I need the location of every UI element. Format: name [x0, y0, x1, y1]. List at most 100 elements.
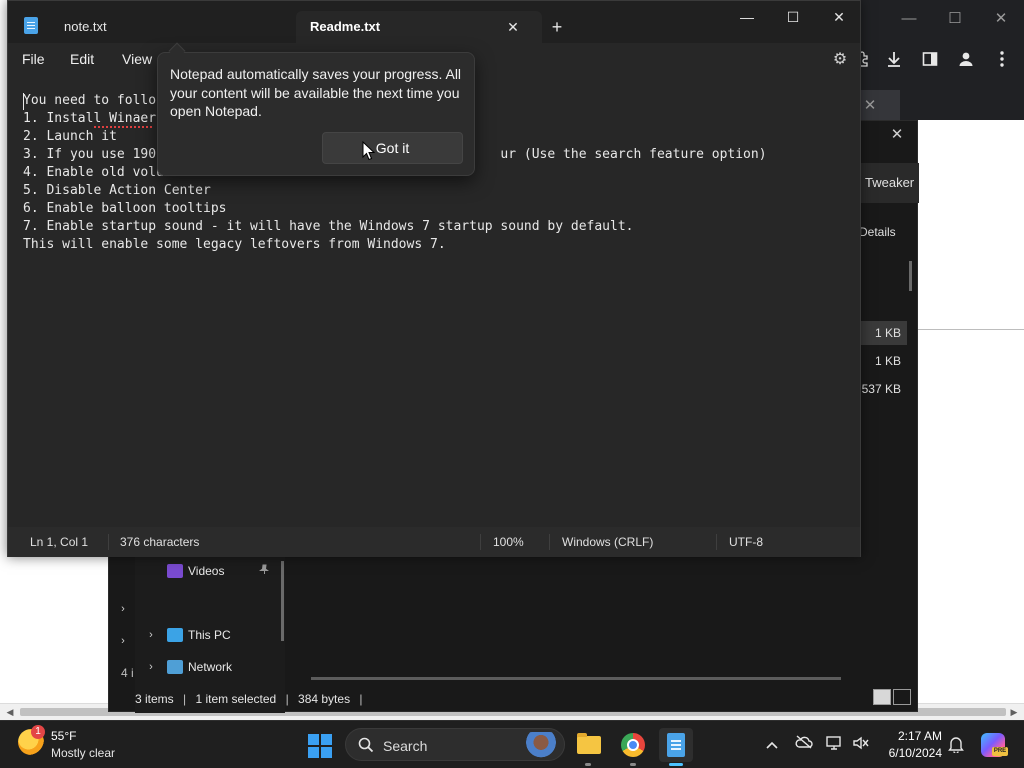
status-separator: |: [183, 692, 187, 706]
autosave-teaching-tip: Notepad automatically saves your progres…: [157, 52, 475, 176]
status-separator: [549, 534, 550, 550]
chevron-right-icon[interactable]: ›: [145, 659, 157, 675]
network-icon: [167, 660, 183, 674]
scroll-right-arrow-icon[interactable]: ▶: [1006, 704, 1022, 720]
page-divider: [918, 329, 1024, 330]
this-pc-icon: [167, 628, 183, 642]
search-icon: [358, 737, 374, 753]
tip-message: Notepad automatically saves your progres…: [170, 66, 462, 119]
scroll-left-arrow-icon[interactable]: ◀: [2, 704, 18, 720]
editor-line: 6. Enable balloon tooltips: [23, 201, 227, 216]
nav-item-label: This PC: [188, 628, 231, 642]
explorer-horizontal-scrollbar[interactable]: [311, 677, 841, 680]
profile-icon[interactable]: [954, 50, 978, 74]
menu-file[interactable]: File: [22, 51, 45, 67]
cursor-position: Ln 1, Col 1: [30, 535, 89, 549]
notepad-icon: [667, 733, 685, 757]
folder-icon: [577, 733, 601, 754]
onedrive-icon[interactable]: [795, 735, 813, 753]
tab-close-icon[interactable]: ✕: [502, 16, 524, 38]
chrome-icon: [621, 733, 645, 757]
notepad-title-bar[interactable]: note.txt Readme.txt ✕ + — ☐ ✕: [8, 1, 860, 43]
chevron-right-icon[interactable]: ›: [117, 633, 129, 649]
search-highlight-image[interactable]: [522, 732, 560, 758]
clock-time[interactable]: 2:17 AM: [880, 729, 942, 743]
editor-line: 2. Launch it: [23, 129, 117, 144]
details-view-icon[interactable]: [873, 689, 891, 705]
navigation-pane-scrollbar[interactable]: [281, 561, 284, 641]
selection-count: 1 item selected: [195, 692, 277, 706]
explorer-tab-tweaker[interactable]: Tweaker: [861, 163, 919, 203]
browser-tab-close-icon[interactable]: ✕: [860, 96, 880, 116]
taskbar-search-box[interactable]: Search: [345, 728, 565, 761]
chevron-right-icon[interactable]: ›: [117, 601, 129, 617]
encoding[interactable]: UTF-8: [729, 535, 763, 549]
side-panel-icon[interactable]: [918, 50, 942, 74]
item-count: 3 items: [135, 692, 174, 706]
browser-minimize-button[interactable]: —: [894, 6, 924, 32]
weather-notification-badge: 1: [31, 725, 45, 739]
maximize-button[interactable]: ☐: [770, 5, 816, 29]
close-button[interactable]: ✕: [816, 5, 862, 29]
editor-line: 5. Disable Action Center: [23, 183, 211, 198]
status-separator: [108, 534, 109, 550]
menu-dots-icon[interactable]: [990, 50, 1014, 74]
browser-close-button[interactable]: ✕: [986, 6, 1016, 32]
running-indicator: [585, 763, 591, 766]
tab-note-txt[interactable]: note.txt: [50, 11, 296, 43]
large-icons-view-icon[interactable]: [893, 689, 911, 705]
taskbar-file-explorer[interactable]: [571, 728, 605, 762]
taskbar-chrome[interactable]: [616, 728, 650, 762]
character-count: 376 characters: [120, 535, 200, 549]
clock-date[interactable]: 6/10/2024: [880, 746, 942, 760]
settings-gear-icon[interactable]: ⚙: [830, 50, 850, 70]
pin-icon[interactable]: [259, 559, 270, 583]
status-separator: [480, 534, 481, 550]
network-status-icon[interactable]: [826, 735, 844, 753]
copilot-preview-badge: PRE: [992, 747, 1008, 756]
selection-size: 384 bytes: [298, 692, 351, 706]
editor-line: 7. Enable startup sound - it will have t…: [23, 219, 634, 234]
browser-maximize-button[interactable]: ☐: [940, 6, 970, 32]
taskbar: 1 55°F Mostly clear Search 2:17 AM 6/10/…: [0, 720, 1024, 768]
start-button[interactable]: [308, 734, 332, 758]
notepad-status-bar: Ln 1, Col 1 376 characters 100% Windows …: [8, 527, 860, 557]
download-icon[interactable]: [882, 50, 906, 74]
show-hidden-icons-chevron-icon[interactable]: [763, 735, 781, 753]
weather-temperature[interactable]: 55°F: [51, 729, 76, 743]
chevron-right-icon[interactable]: ›: [145, 627, 157, 643]
zoom-level[interactable]: 100%: [493, 535, 524, 549]
status-separator: [716, 534, 717, 550]
got-it-button[interactable]: Got it: [322, 132, 463, 164]
status-separator: |: [359, 692, 363, 706]
explorer-status-bar: 3 items | 1 item selected | 384 bytes |: [135, 687, 919, 711]
notification-bell-icon[interactable]: [947, 735, 965, 755]
menu-edit[interactable]: Edit: [70, 51, 94, 67]
editor-line: You need to follo: [23, 93, 157, 108]
new-tab-button[interactable]: +: [545, 16, 569, 38]
nav-item-network[interactable]: Network: [167, 655, 232, 679]
menu-view[interactable]: View: [122, 51, 152, 67]
line-ending[interactable]: Windows (CRLF): [562, 535, 653, 549]
nav-item-this-pc[interactable]: This PC: [167, 623, 231, 647]
nav-item-label: Network: [188, 660, 233, 674]
mouse-cursor-icon: [362, 141, 376, 161]
volume-muted-icon[interactable]: [852, 735, 870, 753]
notepad-app-icon: [24, 17, 38, 34]
weather-description[interactable]: Mostly clear: [51, 746, 115, 760]
text-caret: [23, 93, 24, 110]
status-separator: |: [285, 692, 289, 706]
explorer-vertical-scrollbar[interactable]: [909, 261, 912, 291]
explorer-tab-close-icon[interactable]: ✕: [885, 123, 909, 147]
active-indicator: [669, 763, 683, 766]
minimize-button[interactable]: —: [724, 5, 770, 29]
details-pane-button[interactable]: Details: [859, 225, 896, 239]
nav-item-label: Videos: [188, 564, 225, 578]
search-label: Search: [383, 738, 428, 754]
editor-line: This will enable some legacy leftovers f…: [23, 237, 446, 252]
taskbar-notepad[interactable]: [659, 728, 693, 762]
view-toggle: [871, 689, 911, 710]
running-indicator: [630, 763, 636, 766]
spellcheck-underline: [94, 126, 152, 128]
nav-item-videos[interactable]: Videos: [167, 559, 224, 583]
